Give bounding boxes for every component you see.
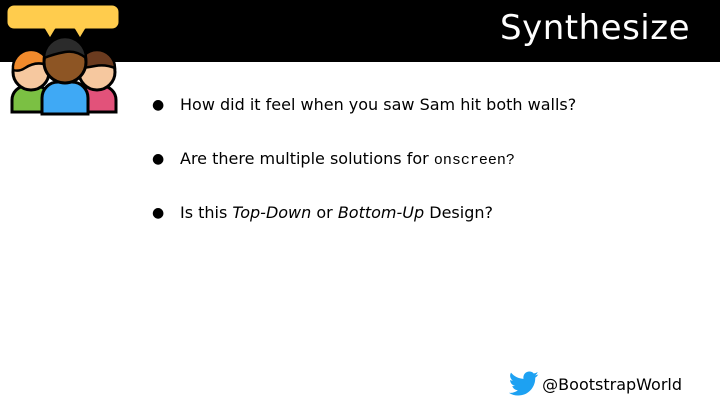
twitter-icon bbox=[509, 371, 539, 396]
bullet-item: ● Are there multiple solutions for onscr… bbox=[152, 146, 576, 172]
bullet-item: ● How did it feel when you saw Sam hit b… bbox=[152, 92, 576, 118]
code-snippet: onscreen? bbox=[433, 152, 515, 169]
twitter-handle: @BootstrapWorld bbox=[542, 374, 682, 394]
bullet-text: or bbox=[311, 203, 338, 222]
bullet-list: ● How did it feel when you saw Sam hit b… bbox=[152, 92, 576, 254]
bullet-text: How did it feel when you saw Sam hit bot… bbox=[180, 95, 577, 114]
footer-attribution: @BootstrapWorld bbox=[509, 371, 682, 397]
bullet-text: Design? bbox=[424, 203, 493, 222]
emphasis-bottom-up: Bottom-Up bbox=[337, 203, 425, 222]
bullet-marker: ● bbox=[152, 205, 165, 221]
bullet-marker: ● bbox=[152, 97, 165, 113]
bullet-text: Are there multiple solutions for bbox=[180, 149, 434, 168]
bullet-marker: ● bbox=[152, 151, 165, 167]
bullet-item: ● Is this Top-Down or Bottom-Up Design? bbox=[152, 200, 576, 226]
emphasis-top-down: Top-Down bbox=[232, 203, 312, 222]
slide-title: Synthesize bbox=[500, 8, 690, 48]
people-discussion-icon bbox=[4, 2, 122, 116]
bullet-text: Is this bbox=[180, 203, 233, 222]
